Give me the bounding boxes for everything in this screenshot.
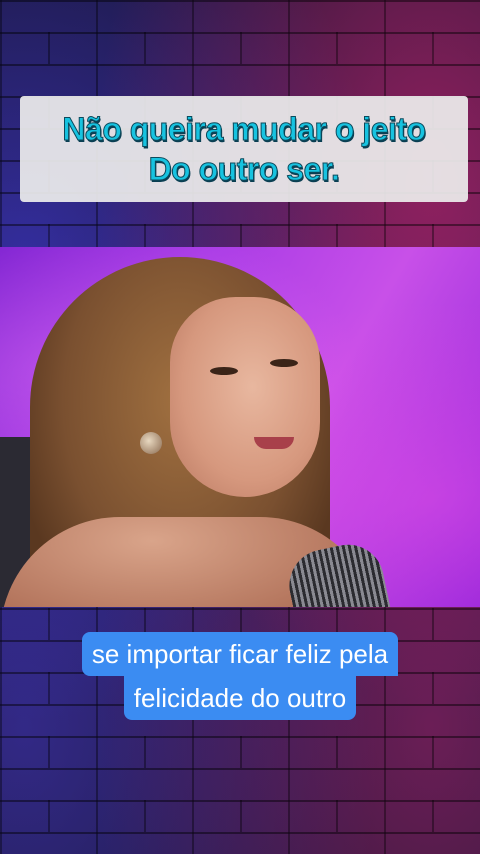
eye [210, 367, 238, 375]
eye [270, 359, 298, 367]
subtitle-line-1: se importar ficar feliz pela [81, 632, 399, 676]
top-caption-line-1: Não queira mudar o jeito [62, 111, 427, 148]
video-frame[interactable] [0, 247, 480, 607]
subtitle-block: se importar ficar feliz pela felicidade … [0, 632, 480, 720]
subtitle-line-2: felicidade do outro [123, 676, 357, 720]
woman-face [170, 297, 320, 497]
top-caption-box: Não queira mudar o jeito Do outro ser. [20, 96, 468, 202]
earring [140, 432, 162, 454]
top-caption-line-2: Do outro ser. [148, 151, 340, 188]
mouth [254, 437, 294, 449]
